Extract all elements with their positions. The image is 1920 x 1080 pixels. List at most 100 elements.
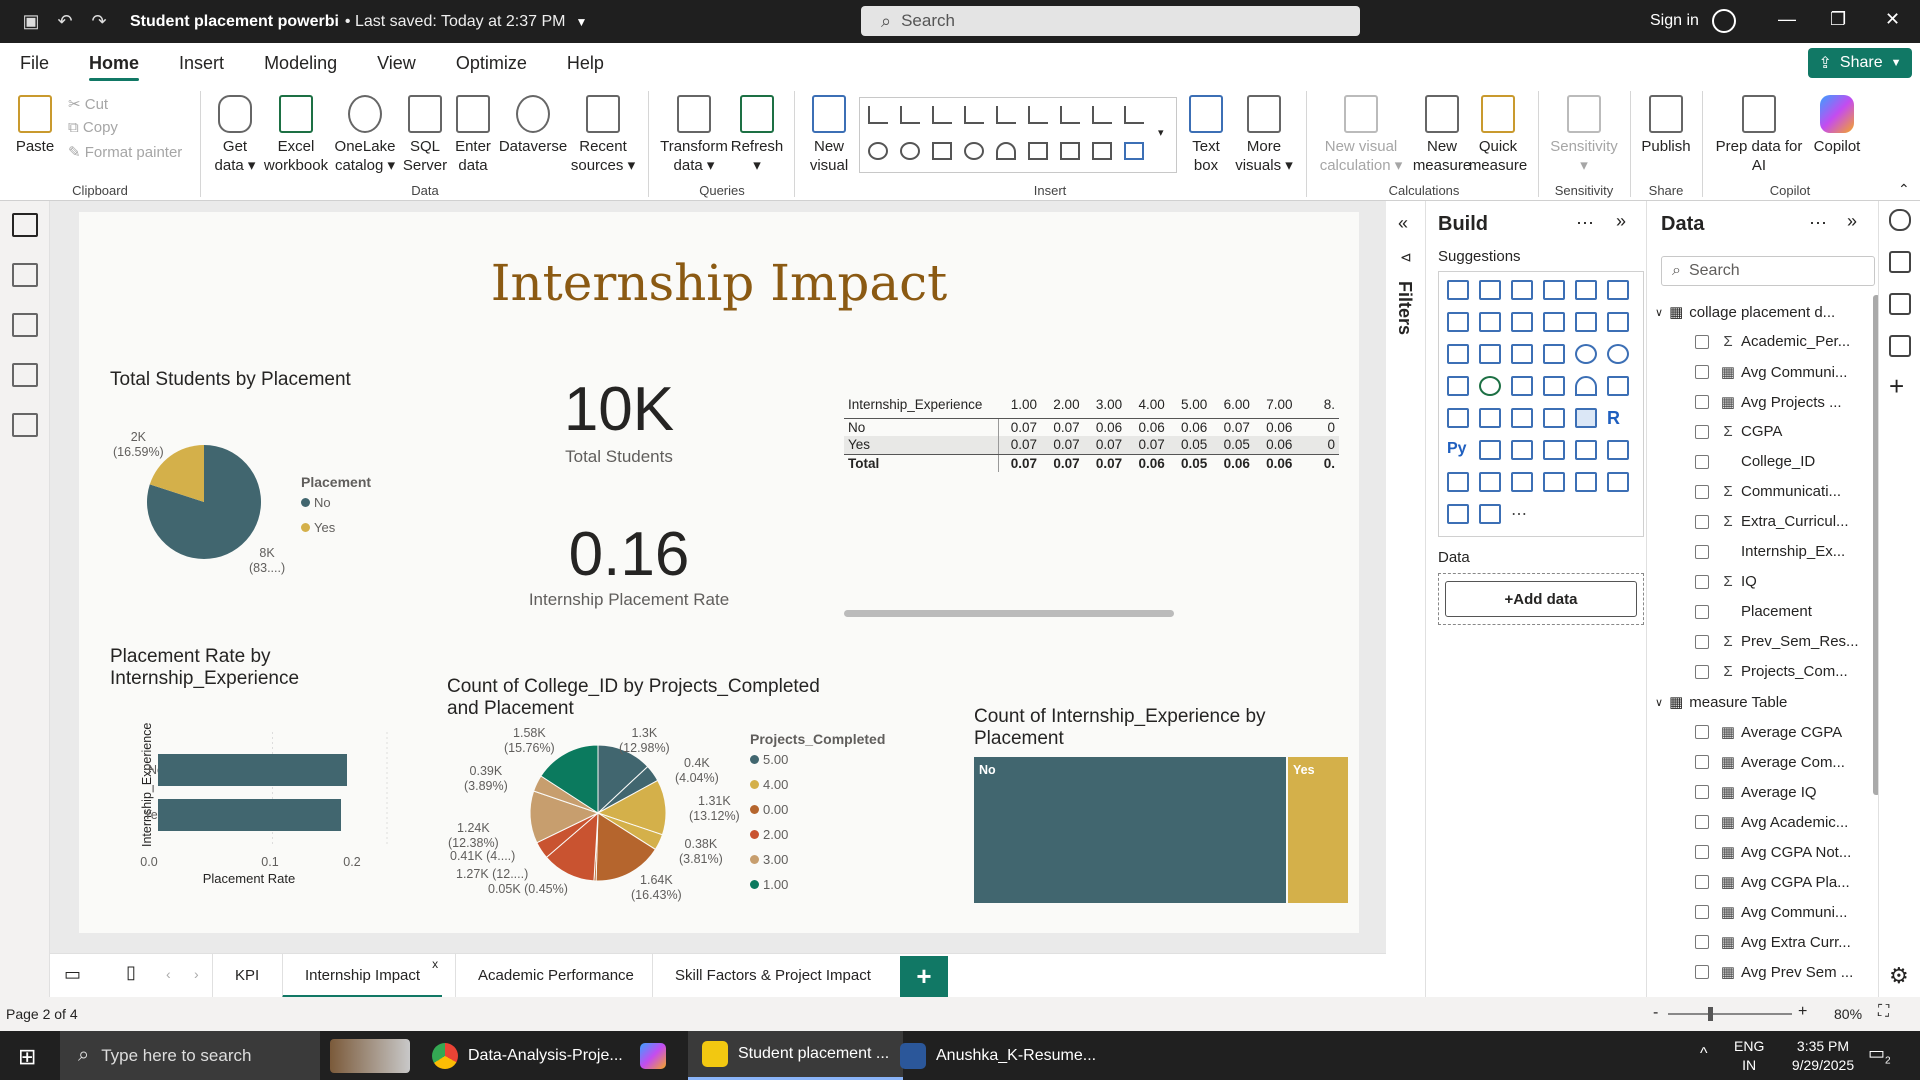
field-item[interactable]: ▦ Avg Academic...: [1695, 813, 1848, 831]
clustered-bar-icon[interactable]: [932, 106, 952, 124]
notifications-icon[interactable]: ▭2: [1868, 1043, 1891, 1067]
field-checkbox[interactable]: [1695, 484, 1709, 499]
bar-yes[interactable]: [158, 799, 341, 831]
format-painter-button[interactable]: ✎ Format painter: [68, 143, 182, 161]
close-icon[interactable]: ✕: [1885, 9, 1900, 30]
100-bar-icon[interactable]: [1575, 280, 1597, 300]
text-box-button[interactable]: Text box: [1184, 95, 1228, 175]
expand-filters-icon[interactable]: «: [1398, 213, 1408, 234]
add-page-button[interactable]: +: [900, 956, 948, 998]
sql-server-button[interactable]: SQL Server: [400, 95, 450, 175]
matrix-header-cell[interactable]: 2.00: [1041, 392, 1084, 418]
field-item[interactable]: Σ Communicati...: [1695, 483, 1841, 500]
gauge-icon[interactable]: [1575, 376, 1597, 396]
100-column-icon[interactable]: [1028, 106, 1048, 124]
line-column-icon[interactable]: [1575, 312, 1597, 332]
transform-data-button[interactable]: Transform data ▾: [660, 95, 728, 175]
search-box[interactable]: ⌕ Search: [861, 6, 1360, 36]
sign-in-link[interactable]: Sign in: [1650, 12, 1699, 30]
fit-to-page-icon[interactable]: ⛶: [1878, 1003, 1889, 1021]
custom-visual-icon[interactable]: [1543, 472, 1565, 492]
zoom-out-icon[interactable]: -: [1653, 1004, 1658, 1022]
pie2-legend-item[interactable]: 4.00: [750, 777, 788, 792]
undo-icon[interactable]: ↶: [48, 5, 82, 39]
more-options-icon[interactable]: ⋯: [1576, 213, 1594, 234]
clustered-column-icon[interactable]: [964, 106, 984, 124]
field-item[interactable]: Internship_Ex...: [1695, 543, 1845, 560]
field-checkbox[interactable]: [1695, 815, 1709, 829]
card-icon[interactable]: [1028, 142, 1048, 160]
field-checkbox[interactable]: [1695, 365, 1709, 379]
field-checkbox[interactable]: [1695, 424, 1709, 439]
metrics-icon[interactable]: [1607, 440, 1629, 460]
line-chart-icon[interactable]: [1447, 312, 1469, 332]
tab-academic-performance[interactable]: Academic Performance: [455, 954, 656, 998]
qa-icon[interactable]: [1543, 440, 1565, 460]
pie2-chart[interactable]: [528, 743, 668, 883]
treemap-tile-yes[interactable]: Yes: [1288, 757, 1348, 903]
map-icon[interactable]: [964, 142, 984, 160]
dax-query-view-icon[interactable]: [12, 363, 38, 387]
new-measure-button[interactable]: New measure: [1412, 95, 1472, 175]
field-item[interactable]: Σ Projects_Com...: [1695, 663, 1848, 680]
stacked-column-icon[interactable]: [900, 106, 920, 124]
excel-workbook-button[interactable]: Excel workbook: [262, 95, 330, 175]
line-clustered-column-icon[interactable]: [1607, 312, 1629, 332]
build-pane-icon[interactable]: [1889, 251, 1911, 273]
prev-page-icon[interactable]: ‹: [166, 966, 171, 982]
data-pane-icon[interactable]: [1889, 209, 1911, 231]
field-item[interactable]: Σ CGPA: [1695, 423, 1782, 440]
news-widget-icon[interactable]: [330, 1039, 410, 1073]
ribbon-chart-icon[interactable]: [1447, 344, 1469, 364]
field-item[interactable]: Σ Extra_Curricul...: [1695, 513, 1849, 530]
table-view-icon[interactable]: [12, 263, 38, 287]
share-button[interactable]: ⇪ Share ▼: [1808, 48, 1912, 78]
save-icon[interactable]: ▣: [14, 5, 48, 39]
field-checkbox[interactable]: [1695, 664, 1709, 679]
matrix-header-cell[interactable]: Internship_Experience: [844, 392, 998, 418]
language-indicator[interactable]: ENG IN: [1734, 1037, 1764, 1075]
filled-map-icon[interactable]: [1511, 376, 1533, 396]
copy-button[interactable]: ⧉ Copy: [68, 119, 118, 136]
matrix-header-cell[interactable]: 6.00: [1211, 392, 1254, 418]
next-page-icon[interactable]: ›: [194, 966, 199, 982]
power-apps-icon[interactable]: [1479, 472, 1501, 492]
ribbon-chart-icon[interactable]: [1124, 106, 1144, 124]
report-view-icon[interactable]: [12, 213, 38, 237]
tmdl-view-icon[interactable]: [12, 413, 38, 437]
settings-icon[interactable]: ⚙: [1889, 963, 1909, 989]
show-hidden-icons-icon[interactable]: ^: [1700, 1045, 1708, 1063]
redo-icon[interactable]: ↷: [82, 5, 116, 39]
clock[interactable]: 3:35 PM 9/29/2025: [1778, 1037, 1868, 1075]
field-item[interactable]: ▦ Avg CGPA Pla...: [1695, 873, 1850, 891]
field-checkbox[interactable]: [1695, 395, 1709, 409]
dataverse-button[interactable]: Dataverse: [498, 95, 568, 156]
table-visual-icon[interactable]: [1092, 142, 1112, 160]
field-checkbox[interactable]: [1695, 544, 1709, 559]
field-item[interactable]: ▦ Avg Extra Curr...: [1695, 933, 1851, 951]
narrative-icon[interactable]: [1575, 440, 1597, 460]
slicer-icon[interactable]: [1511, 408, 1533, 428]
taskbar-app-word[interactable]: Anushka_K-Resume...: [900, 1031, 1096, 1080]
filters-pane-collapsed[interactable]: « ⊲ Filters: [1386, 201, 1426, 997]
matrix-header-cell[interactable]: 1.00: [998, 392, 1041, 418]
matrix-header-cell[interactable]: 4.00: [1126, 392, 1169, 418]
menu-home[interactable]: Home: [69, 43, 159, 83]
stacked-area-icon[interactable]: [1511, 312, 1533, 332]
model-view-icon[interactable]: [12, 313, 38, 337]
field-checkbox[interactable]: [1695, 785, 1709, 799]
table-node-measure-table[interactable]: ∨ ▦ measure Table: [1655, 693, 1787, 712]
pie1-legend-no[interactable]: No: [301, 495, 331, 510]
pie1-legend-yes[interactable]: Yes: [301, 520, 335, 535]
matrix-header-cell[interactable]: 5.00: [1169, 392, 1212, 418]
field-checkbox[interactable]: [1695, 725, 1709, 739]
taskbar-app-chrome[interactable]: Data-Analysis-Proje...: [432, 1031, 637, 1080]
field-checkbox[interactable]: [1695, 965, 1709, 979]
collapse-ribbon-icon[interactable]: ⌃: [1898, 181, 1910, 198]
field-item[interactable]: ▦ Average IQ: [1695, 783, 1817, 801]
add-data-button[interactable]: +Add data: [1445, 581, 1637, 617]
field-item[interactable]: ▦ Avg CGPA Not...: [1695, 843, 1851, 861]
tab-skill-factors[interactable]: Skill Factors & Project Impact: [652, 954, 893, 998]
more-visuals-button[interactable]: More visuals ▾: [1234, 95, 1294, 175]
minimize-icon[interactable]: —: [1778, 9, 1796, 30]
